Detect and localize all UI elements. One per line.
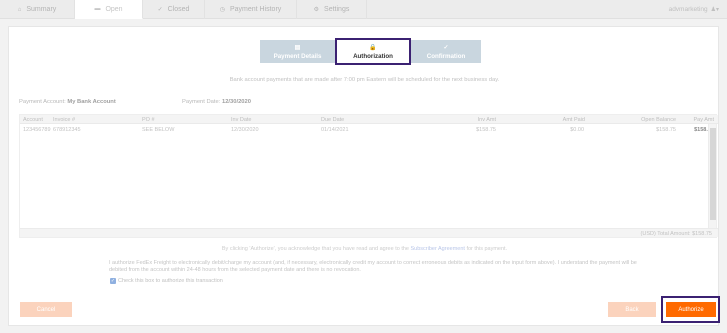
- open-folder-icon: ▬: [94, 6, 101, 12]
- tab-closed-label: Closed: [167, 6, 190, 13]
- table-scrollbar[interactable]: [708, 124, 716, 230]
- agreement-text-before: By clicking 'Authorize', you acknowledge…: [221, 246, 411, 252]
- user-menu[interactable]: advmarketing ♟▾: [669, 0, 719, 19]
- step-authorization: 🔒 Authorization: [335, 38, 411, 65]
- cell-account: 123456789: [23, 127, 51, 133]
- payment-date: Payment Date: 12/30/2020: [182, 99, 251, 105]
- user-icon: ♟▾: [710, 7, 719, 13]
- user-name: advmarketing: [668, 6, 708, 13]
- invoice-table: Account Invoice # PO # Inv Date Due Date…: [19, 114, 718, 238]
- cutoff-notice: Bank account payments that are made afte…: [229, 77, 500, 83]
- table-row[interactable]: 123456789 678912345 SEE BELOW 12/30/2020…: [20, 125, 714, 135]
- tab-payment-history[interactable]: ◷ Payment History: [205, 0, 297, 19]
- agreement-text-after: for this payment.: [464, 246, 508, 252]
- payment-account: Payment Account: My Bank Account: [19, 99, 116, 105]
- cancel-button[interactable]: Cancel: [20, 302, 72, 317]
- table-header: Account Invoice # PO # Inv Date Due Date…: [20, 115, 718, 124]
- payment-account-value: My Bank Account: [67, 99, 116, 105]
- cell-inv-date: 12/30/2020: [231, 127, 259, 133]
- col-due-date[interactable]: Due Date: [321, 117, 344, 123]
- total-amount: (USD) Total Amount: $158.75: [640, 231, 712, 237]
- check-icon: ✓: [443, 44, 449, 51]
- tab-settings[interactable]: ⚙ Settings: [297, 0, 367, 19]
- subscriber-agreement-link[interactable]: Subscriber Agreement: [411, 246, 465, 252]
- cell-due-date: 01/14/2021: [321, 127, 349, 133]
- authorize-button[interactable]: Authorize: [666, 302, 716, 317]
- check-icon: ✓: [157, 7, 163, 13]
- tab-summary[interactable]: ⌂ Summary: [0, 0, 75, 19]
- document-icon: ▤: [294, 44, 301, 51]
- col-amt-paid[interactable]: Amt Paid: [563, 117, 585, 123]
- tab-open-label: Open: [105, 5, 123, 13]
- authorize-checkbox-row[interactable]: ✓ Check this box to authorize this trans…: [110, 278, 223, 284]
- col-invoice[interactable]: Invoice #: [53, 117, 75, 123]
- home-icon: ⌂: [17, 6, 22, 13]
- payment-account-label: Payment Account:: [19, 99, 66, 105]
- tab-payment-history-label: Payment History: [229, 6, 282, 13]
- step-payment-details: ▤ Payment Details: [260, 40, 335, 63]
- col-inv-amt[interactable]: Inv Amt: [478, 117, 496, 123]
- back-button[interactable]: Back: [608, 302, 656, 317]
- tab-closed[interactable]: ✓ Closed: [143, 0, 205, 19]
- tab-settings-label: Settings: [324, 6, 350, 13]
- table-footer: (USD) Total Amount: $158.75: [20, 228, 718, 237]
- scrollbar-thumb[interactable]: [710, 128, 716, 220]
- authorize-checkbox-label: Check this box to authorize this transac…: [118, 278, 223, 284]
- col-pay-amt[interactable]: Pay Amt: [694, 117, 714, 123]
- cell-amt-paid: $0.00: [570, 127, 584, 133]
- col-account[interactable]: Account: [23, 117, 43, 123]
- lock-icon: 🔒: [369, 44, 377, 51]
- tab-open[interactable]: ▬ Open: [75, 0, 143, 19]
- step-confirmation-label: Confirmation: [426, 52, 466, 60]
- step-confirmation: ✓ Confirmation: [411, 40, 481, 63]
- authorization-statement: I authorize FedEx Freight to electronica…: [109, 260, 637, 273]
- clock-icon: ◷: [219, 7, 225, 13]
- payment-date-label: Payment Date:: [182, 99, 221, 105]
- authorize-checkbox[interactable]: ✓: [110, 278, 116, 284]
- col-inv-date[interactable]: Inv Date: [231, 117, 251, 123]
- col-open-balance[interactable]: Open Balance: [641, 117, 676, 123]
- gear-icon: ⚙: [313, 7, 320, 13]
- cell-invoice[interactable]: 678912345: [53, 127, 81, 133]
- agreement-notice: By clicking 'Authorize', you acknowledge…: [9, 246, 720, 252]
- step-authorization-label: Authorization: [353, 52, 393, 60]
- cell-inv-amt: $158.75: [476, 127, 496, 133]
- cell-po: SEE BELOW: [142, 127, 175, 133]
- authorize-highlight: Authorize: [661, 296, 720, 323]
- col-po[interactable]: PO #: [142, 117, 155, 123]
- top-tab-bar: ⌂ Summary ▬ Open ✓ Closed ◷ Payment Hist…: [0, 0, 727, 19]
- payment-panel: ▤ Payment Details 🔒 Authorization ✓ Conf…: [8, 26, 720, 326]
- tab-summary-label: Summary: [26, 6, 57, 13]
- step-payment-details-label: Payment Details: [273, 52, 322, 60]
- cell-open-balance: $158.75: [656, 127, 676, 133]
- payment-date-value: 12/30/2020: [221, 99, 251, 105]
